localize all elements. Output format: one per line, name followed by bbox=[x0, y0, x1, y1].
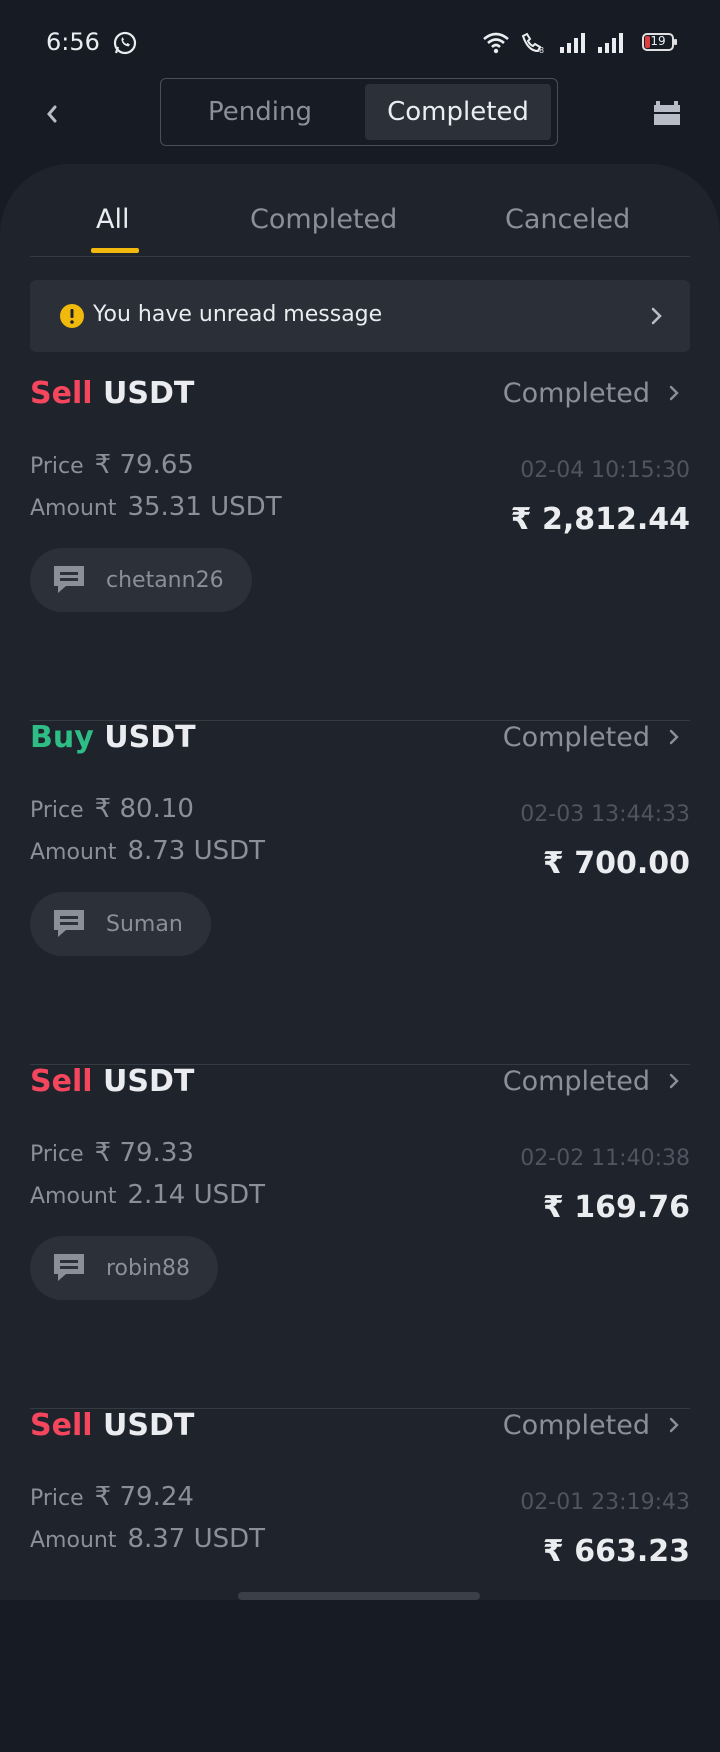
order-asset: USDT bbox=[102, 1408, 195, 1443]
wifi-icon bbox=[483, 32, 509, 54]
order-side: Sell bbox=[30, 376, 93, 411]
order-price-row: Price ₹ 79.33 bbox=[30, 1138, 194, 1168]
battery-level: 19 bbox=[650, 34, 666, 48]
chat-icon bbox=[54, 1254, 84, 1281]
order-timestamp: 02-02 11:40:38 bbox=[520, 1146, 690, 1171]
order-fiat-total: ₹ 700.00 bbox=[542, 846, 690, 881]
counterparty-name: robin88 bbox=[106, 1255, 191, 1281]
amount-value: 2.14 USDT bbox=[127, 1180, 266, 1210]
chat-counterparty-button[interactable]: robin88 bbox=[30, 1236, 219, 1300]
status-time: 6:56 bbox=[46, 28, 100, 56]
chevron-right-icon bbox=[669, 729, 679, 745]
counterparty-name: chetann26 bbox=[106, 567, 224, 593]
amount-label: Amount bbox=[30, 840, 117, 865]
tab-completed[interactable]: Completed bbox=[250, 204, 397, 235]
order-card[interactable]: Sell USDT Completed Price ₹ 79.65 Amount… bbox=[30, 376, 690, 721]
order-fiat-total: ₹ 169.76 bbox=[542, 1190, 690, 1225]
scroll-indicator bbox=[238, 1592, 480, 1600]
order-amount-row: Amount 8.37 USDT bbox=[30, 1524, 265, 1554]
order-status: Completed bbox=[502, 722, 650, 753]
order-side: Buy bbox=[30, 720, 94, 755]
top-bar: Pending Completed bbox=[0, 78, 720, 148]
chat-counterparty-button[interactable]: chetann26 bbox=[30, 548, 252, 612]
chevron-right-icon bbox=[651, 307, 662, 325]
order-fiat-total: ₹ 663.23 bbox=[542, 1534, 690, 1569]
price-label: Price bbox=[30, 1486, 84, 1511]
unread-message-banner[interactable]: You have unread message bbox=[30, 280, 690, 352]
price-value: ₹ 79.33 bbox=[94, 1138, 194, 1168]
price-label: Price bbox=[30, 1142, 84, 1167]
order-amount-row: Amount 35.31 USDT bbox=[30, 492, 282, 522]
chevron-right-icon bbox=[669, 1073, 679, 1089]
chat-icon bbox=[54, 566, 84, 593]
order-timestamp: 02-03 13:44:33 bbox=[520, 802, 690, 827]
order-status: Completed bbox=[502, 1066, 650, 1097]
battery-icon: 19 bbox=[642, 33, 677, 51]
price-value: ₹ 79.24 bbox=[94, 1482, 194, 1512]
order-amount-row: Amount 2.14 USDT bbox=[30, 1180, 265, 1210]
order-card[interactable]: Buy USDT Completed Price ₹ 80.10 Amount … bbox=[30, 720, 690, 1065]
segment-pending[interactable]: Pending bbox=[167, 84, 353, 140]
order-price-row: Price ₹ 79.65 bbox=[30, 450, 194, 480]
svg-text:8: 8 bbox=[539, 46, 544, 55]
chevron-left-icon bbox=[47, 105, 57, 123]
counterparty-name: Suman bbox=[106, 911, 183, 937]
warning-icon bbox=[60, 304, 84, 328]
signal-icon bbox=[560, 33, 585, 53]
calendar-filter-button[interactable] bbox=[652, 98, 682, 128]
orders-panel: All Completed Canceled You have unread m… bbox=[0, 164, 720, 1600]
order-fiat-total: ₹ 2,812.44 bbox=[510, 502, 690, 537]
order-status: Completed bbox=[502, 1410, 650, 1441]
back-button[interactable] bbox=[36, 98, 68, 130]
order-type-segmented-control: Pending Completed bbox=[160, 78, 558, 146]
chat-icon bbox=[54, 910, 84, 937]
order-timestamp: 02-04 10:15:30 bbox=[520, 458, 690, 483]
order-asset: USDT bbox=[104, 720, 196, 755]
order-card[interactable]: Sell USDT Completed Price ₹ 79.24 Amount… bbox=[30, 1408, 690, 1752]
status-bar: 6:56 8 19 bbox=[0, 0, 720, 88]
whatsapp-icon bbox=[113, 31, 137, 55]
amount-value: 35.31 USDT bbox=[127, 492, 282, 522]
price-value: ₹ 79.65 bbox=[94, 450, 194, 480]
price-label: Price bbox=[30, 798, 84, 823]
order-side: Sell bbox=[30, 1064, 93, 1099]
order-price-row: Price ₹ 80.10 bbox=[30, 794, 194, 824]
wifi-calling-icon: 8 bbox=[521, 32, 544, 55]
order-title: Sell USDT bbox=[30, 1408, 194, 1443]
tab-canceled[interactable]: Canceled bbox=[505, 204, 630, 235]
amount-label: Amount bbox=[30, 1528, 117, 1553]
calendar-icon bbox=[654, 101, 680, 125]
amount-value: 8.37 USDT bbox=[127, 1524, 266, 1554]
amount-label: Amount bbox=[30, 1184, 117, 1209]
active-tab-indicator bbox=[91, 248, 139, 253]
order-title: Sell USDT bbox=[30, 1064, 194, 1099]
chevron-right-icon bbox=[669, 385, 679, 401]
segment-completed[interactable]: Completed bbox=[365, 84, 551, 140]
order-title: Sell USDT bbox=[30, 376, 194, 411]
price-value: ₹ 80.10 bbox=[94, 794, 194, 824]
order-title: Buy USDT bbox=[30, 720, 196, 755]
unread-message-text: You have unread message bbox=[93, 302, 383, 327]
amount-value: 8.73 USDT bbox=[127, 836, 266, 866]
order-side: Sell bbox=[30, 1408, 93, 1443]
order-status: Completed bbox=[502, 378, 650, 409]
order-timestamp: 02-01 23:19:43 bbox=[520, 1490, 690, 1515]
order-asset: USDT bbox=[102, 1064, 195, 1099]
order-asset: USDT bbox=[102, 376, 195, 411]
tab-all[interactable]: All bbox=[96, 204, 129, 235]
chat-counterparty-button[interactable]: Suman bbox=[30, 892, 211, 956]
filter-tabs: All Completed Canceled bbox=[30, 164, 690, 257]
signal-icon-2 bbox=[598, 33, 623, 53]
chevron-right-icon bbox=[669, 1417, 679, 1433]
order-price-row: Price ₹ 79.24 bbox=[30, 1482, 194, 1512]
order-card[interactable]: Sell USDT Completed Price ₹ 79.33 Amount… bbox=[30, 1064, 690, 1409]
amount-label: Amount bbox=[30, 496, 117, 521]
price-label: Price bbox=[30, 454, 84, 479]
order-amount-row: Amount 8.73 USDT bbox=[30, 836, 265, 866]
